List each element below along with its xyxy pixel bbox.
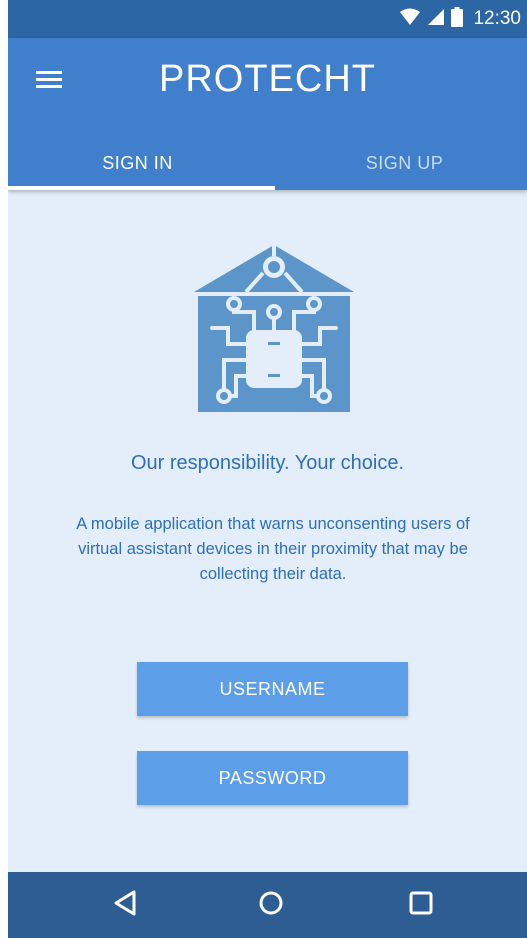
status-icons: 12:30	[399, 0, 521, 38]
status-bar: 12:30	[8, 0, 527, 38]
house-circuit-logo-icon	[194, 240, 354, 412]
status-time: 12:30	[473, 8, 521, 29]
app-description: A mobile application that warns unconsen…	[76, 515, 470, 583]
navigation-bar	[8, 872, 527, 938]
app-title: PROTECHT	[159, 58, 376, 100]
username-field[interactable]: USERNAME	[137, 662, 408, 716]
battery-icon	[451, 6, 464, 32]
back-icon	[112, 889, 140, 922]
tab-sign-in[interactable]: SIGN IN	[8, 136, 267, 190]
signal-icon	[427, 8, 445, 31]
home-icon	[257, 889, 285, 922]
home-button[interactable]	[255, 889, 287, 921]
back-button[interactable]	[110, 889, 142, 921]
tagline: Our responsibility. Your choice.	[130, 452, 405, 474]
tab-indicator	[8, 186, 275, 190]
recent-apps-icon	[407, 889, 435, 922]
wifi-icon	[399, 8, 421, 31]
password-field[interactable]: PASSWORD	[137, 751, 408, 805]
app-screen: 12:30 PROTECHT SIGN IN SIGN UP Our respo…	[8, 0, 527, 938]
app-bar: PROTECHT SIGN IN SIGN UP	[8, 38, 527, 190]
recent-apps-button[interactable]	[405, 889, 437, 921]
tab-sign-up[interactable]: SIGN UP	[275, 136, 527, 190]
